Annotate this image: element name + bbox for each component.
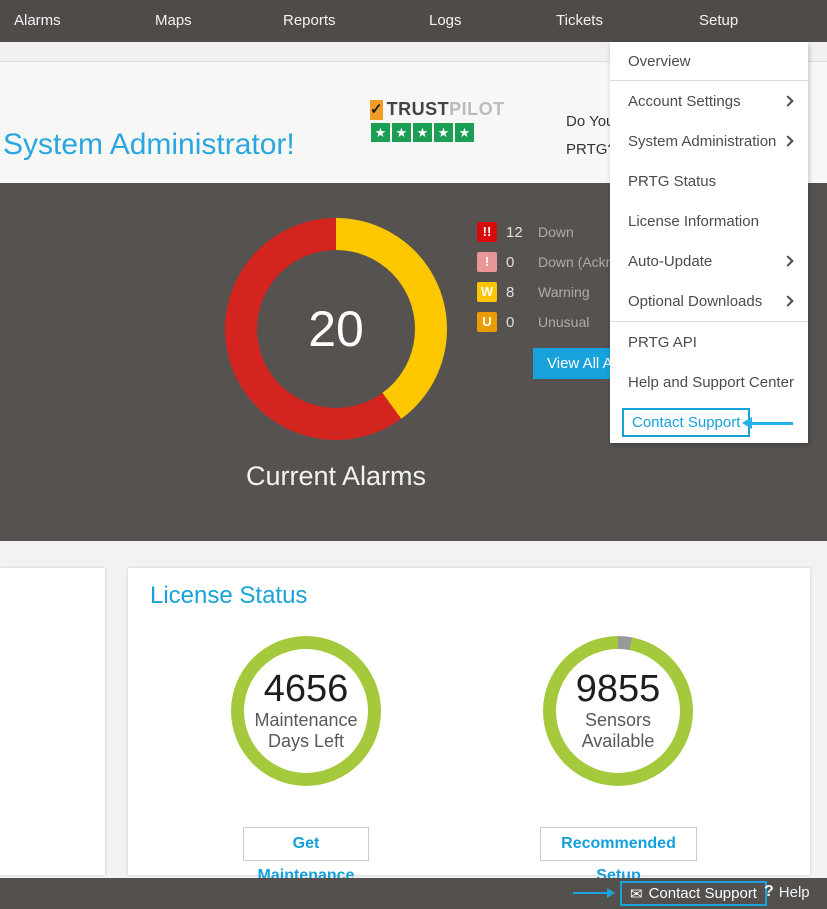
promo-text: Do You PRTG? <box>566 108 616 164</box>
chevron-right-icon <box>782 295 793 306</box>
alarms-caption: Current Alarms <box>214 461 458 492</box>
sensors-available-label: SensorsAvailable <box>582 710 655 752</box>
promo-line-1: Do You <box>566 108 616 136</box>
nav-item-tickets[interactable]: Tickets <box>556 0 603 42</box>
left-partial-card <box>0 568 105 875</box>
sensors-available-value: 9855 <box>576 670 661 710</box>
footer-contact-support-label: Contact Support <box>649 885 757 902</box>
trustpilot-check-icon: ✓ <box>370 100 383 120</box>
nav-item-alarms[interactable]: Alarms <box>14 0 61 42</box>
trustpilot-logo: ✓ TRUSTPILOT ★ ★ ★ ★ ★ <box>370 99 490 142</box>
warning-status-icon: W <box>477 282 497 302</box>
star-icon: ★ <box>413 123 432 142</box>
trustpilot-stars: ★ ★ ★ ★ ★ <box>371 123 490 142</box>
warning-count: 8 <box>506 284 538 301</box>
down-count: 12 <box>506 224 538 241</box>
down-ack-status-icon: ! <box>477 252 497 272</box>
sensors-gauge: 9855 SensorsAvailable <box>543 636 693 786</box>
arrow-left-icon <box>751 422 793 425</box>
maintenance-gauge-hole: 4656 MaintenanceDays Left <box>244 649 368 773</box>
help-label: Help <box>779 884 810 901</box>
menu-item-prtg-api[interactable]: PRTG API <box>610 322 808 362</box>
question-mark-icon: ? <box>764 883 774 901</box>
maintenance-gauge: 4656 MaintenanceDays Left <box>231 636 381 786</box>
page-title: System Administrator! <box>3 128 295 162</box>
get-maintenance-button[interactable]: Get Maintenance <box>243 827 369 861</box>
arrow-right-icon <box>573 892 607 894</box>
unusual-status-icon: U <box>477 312 497 332</box>
footer-contact-support-button[interactable]: ✉ Contact Support <box>620 881 767 906</box>
star-icon: ★ <box>392 123 411 142</box>
menu-item-help-and-support-center[interactable]: Help and Support Center <box>610 362 808 402</box>
warning-label: Warning <box>538 284 590 300</box>
nav-item-setup[interactable]: Setup <box>699 0 738 42</box>
down-status-icon: !! <box>477 222 497 242</box>
menu-item-optional-downloads[interactable]: Optional Downloads <box>610 281 808 321</box>
arrow-left-icon-head <box>742 417 752 429</box>
maintenance-days-value: 4656 <box>264 670 349 710</box>
chevron-right-icon <box>782 135 793 146</box>
down-ack-count: 0 <box>506 254 538 271</box>
menu-item-account-settings[interactable]: Account Settings <box>610 81 808 121</box>
menu-item-license-information[interactable]: License Information <box>610 201 808 241</box>
chevron-right-icon <box>782 255 793 266</box>
menu-item-overview[interactable]: Overview <box>610 42 808 80</box>
nav-item-maps[interactable]: Maps <box>155 0 192 42</box>
help-button[interactable]: ? Help <box>764 883 810 901</box>
alarms-donut-hole: 20 <box>257 250 415 408</box>
footer-bar: ✉ Contact Support ? Help <box>0 878 827 909</box>
alarms-donut-chart: 20 <box>225 218 447 440</box>
unusual-label: Unusual <box>538 314 589 330</box>
promo-line-2: PRTG? <box>566 136 616 164</box>
unusual-count: 0 <box>506 314 538 331</box>
menu-item-auto-update[interactable]: Auto-Update <box>610 241 808 281</box>
license-status-card: License Status 4656 MaintenanceDays Left… <box>128 568 810 875</box>
trustpilot-brand-light: PILOT <box>449 99 505 119</box>
nav-item-reports[interactable]: Reports <box>283 0 336 42</box>
star-icon: ★ <box>371 123 390 142</box>
top-navigation-bar: Alarms Maps Reports Logs Tickets Setup <box>0 0 827 42</box>
arrow-right-icon-head <box>607 888 615 898</box>
alarms-total-value: 20 <box>308 300 364 358</box>
recommended-setup-button[interactable]: Recommended Setup <box>540 827 697 861</box>
license-status-title: License Status <box>150 582 307 610</box>
menu-item-system-administration[interactable]: System Administration <box>610 121 808 161</box>
star-icon: ★ <box>455 123 474 142</box>
setup-dropdown-menu: Overview Account Settings System Adminis… <box>610 42 808 443</box>
maintenance-days-label: MaintenanceDays Left <box>254 710 357 752</box>
chevron-right-icon <box>782 95 793 106</box>
menu-item-prtg-status[interactable]: PRTG Status <box>610 161 808 201</box>
envelope-icon: ✉ <box>630 885 643 903</box>
trustpilot-brand-bold: TRUST <box>387 99 450 119</box>
sensors-gauge-hole: 9855 SensorsAvailable <box>556 649 680 773</box>
star-icon: ★ <box>434 123 453 142</box>
down-label: Down <box>538 224 574 240</box>
nav-item-logs[interactable]: Logs <box>429 0 462 42</box>
